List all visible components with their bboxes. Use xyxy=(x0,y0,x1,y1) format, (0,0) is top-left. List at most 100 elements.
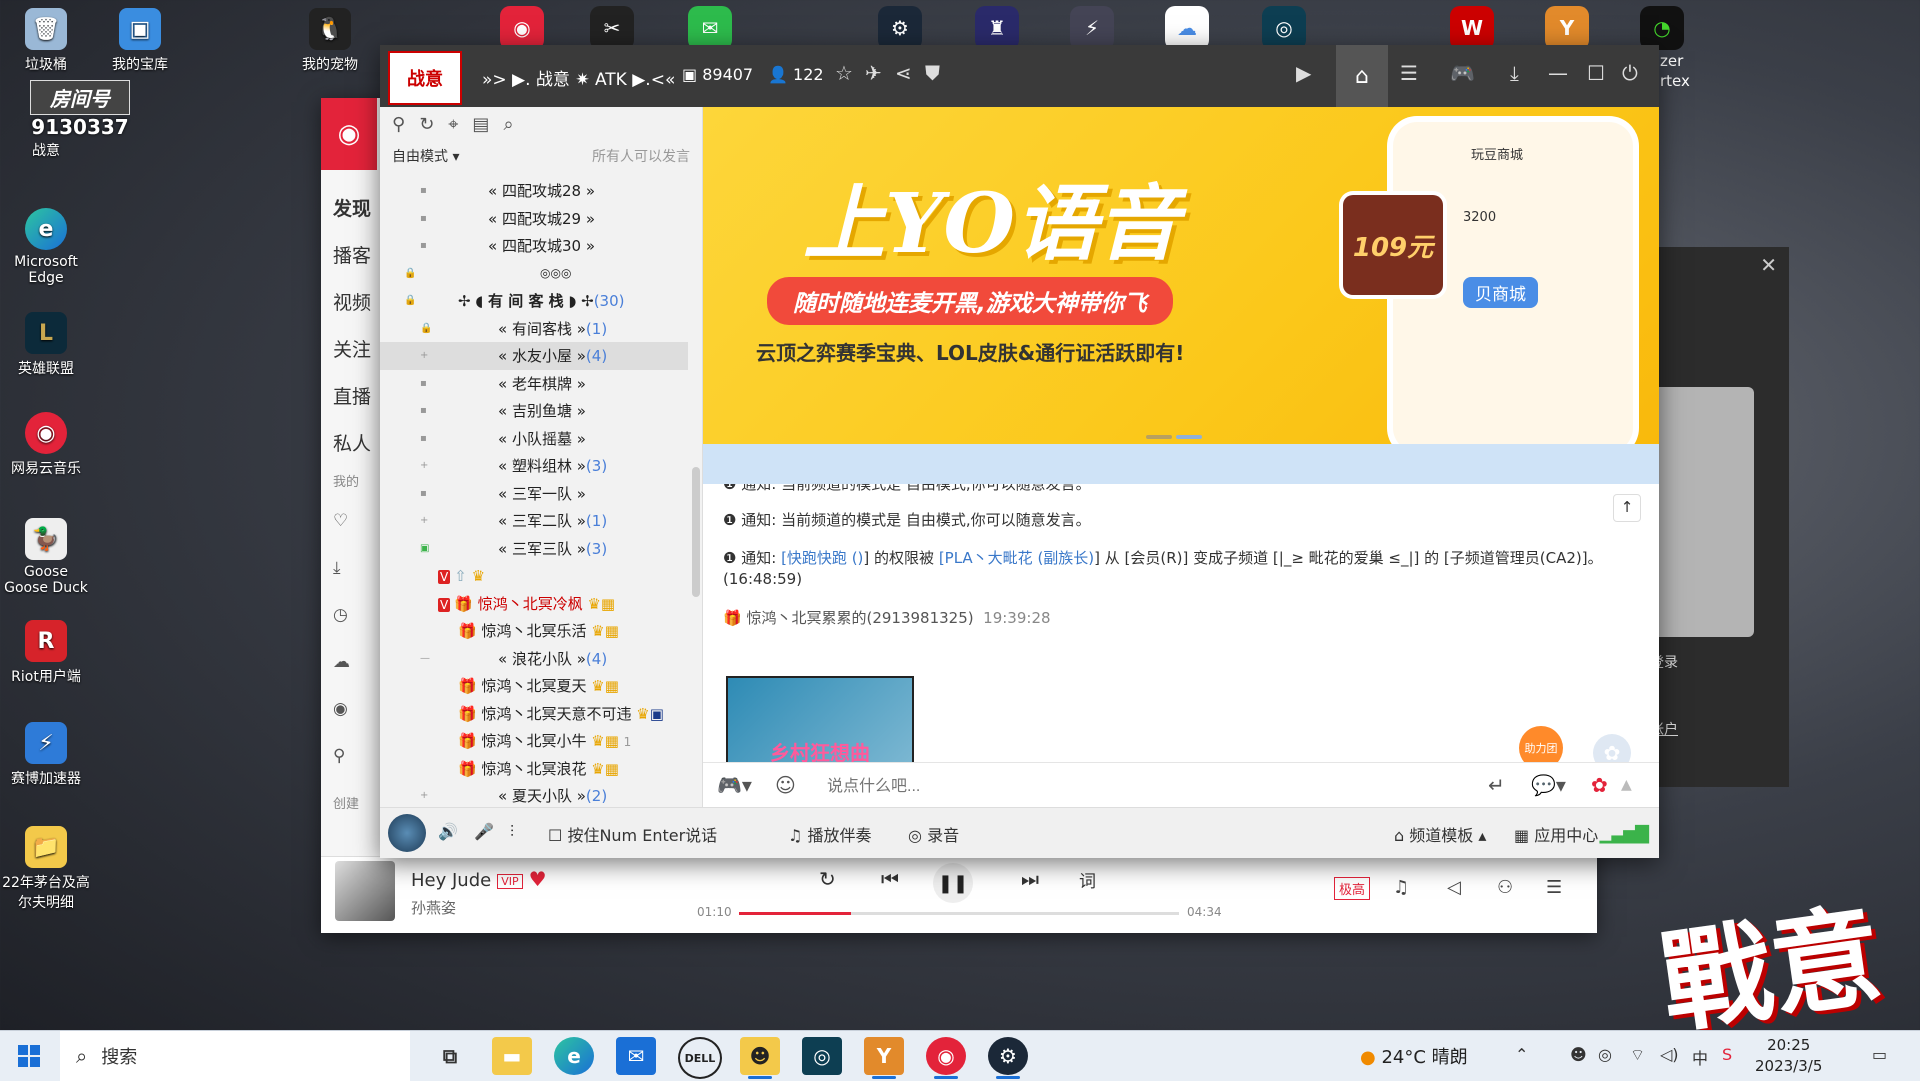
microphone-icon[interactable]: 🎤 xyxy=(474,822,494,841)
sub-channel-item[interactable]: + « 夏天小队 »(2) xyxy=(380,782,688,807)
tray-app-icon[interactable]: ☻ xyxy=(1570,1045,1587,1064)
star-icon[interactable]: ☆ xyxy=(835,61,853,85)
gamepad-icon[interactable]: 🎮▾ xyxy=(717,773,752,797)
top-ring-icon[interactable]: ◎ xyxy=(1262,6,1306,50)
app-center-button[interactable]: ▦ 应用中心 xyxy=(1514,822,1598,846)
wifi-icon[interactable]: ⌔ xyxy=(1630,1045,1645,1065)
desktop-icon-edge[interactable]: e Microsoft Edge xyxy=(1,208,91,286)
prev-icon[interactable]: ⏮ xyxy=(881,867,899,891)
home-icon[interactable]: ⌂ xyxy=(1336,45,1388,107)
lyric-button[interactable]: 词 xyxy=(1079,867,1096,892)
file-explorer-icon[interactable]: ▬ xyxy=(492,1037,532,1075)
task-view-icon[interactable]: ⧉ xyxy=(430,1037,470,1075)
next-icon[interactable]: ⏭ xyxy=(1021,867,1039,891)
effect-icon[interactable]: ♫ xyxy=(1393,877,1409,898)
scroll-top-icon[interactable]: ↑ xyxy=(1613,494,1641,522)
ring-app-icon[interactable]: ◎ xyxy=(802,1037,842,1075)
tray-ring-icon[interactable]: ◎ xyxy=(1598,1045,1612,1064)
share-icon[interactable]: ⋖ xyxy=(895,61,912,85)
album-cover[interactable] xyxy=(335,861,395,921)
channel-item[interactable]: ▪ « 吉别鱼塘 » xyxy=(380,397,688,425)
channel-item[interactable]: ▪ « 四配攻城30 » xyxy=(380,232,688,260)
top-wechat-icon[interactable]: ✉ xyxy=(688,6,732,50)
channel-item[interactable]: 🔒 « 有间客栈 »(1) xyxy=(380,315,688,343)
member-row[interactable]: 🎁 惊鸿丶北冥天意不可违 ♛▣ xyxy=(380,700,688,728)
avatar[interactable] xyxy=(388,814,426,852)
chat-input[interactable] xyxy=(825,771,1479,803)
dell-icon[interactable]: DELL xyxy=(678,1037,722,1079)
download-icon[interactable]: ⤓ xyxy=(1510,61,1519,85)
plane-icon[interactable]: ✈ xyxy=(865,61,882,85)
record-button[interactable]: ◎ 录音 xyxy=(908,822,959,846)
shield-icon[interactable]: ⛊ xyxy=(925,61,940,85)
listen-together-icon[interactable]: ⚇ xyxy=(1497,877,1513,898)
minimize-icon[interactable]: — xyxy=(1548,61,1568,85)
flower-icon[interactable]: ✿ xyxy=(1591,773,1608,797)
top-razer-icon[interactable]: ◔ xyxy=(1640,6,1684,50)
desktop-icon-treasure[interactable]: ▣ 我的宝库 xyxy=(95,8,185,74)
send-icon[interactable]: ↵ xyxy=(1488,773,1505,797)
progress-bar[interactable] xyxy=(739,912,1179,915)
artist-name[interactable]: 孙燕姿 xyxy=(411,897,456,918)
channel-item[interactable]: 🔒 ◎◎◎ xyxy=(380,260,688,288)
top-game-icon[interactable]: ♜ xyxy=(975,6,1019,50)
top-lightning-icon[interactable]: ⚡ xyxy=(1070,6,1114,50)
close-icon[interactable]: ✕ xyxy=(1760,253,1777,277)
video-icon[interactable]: ▶ xyxy=(1296,61,1311,85)
top-w-icon[interactable]: W xyxy=(1450,6,1494,50)
sogou-icon[interactable]: S xyxy=(1722,1045,1732,1064)
weather-widget[interactable]: ● 24°C 晴朗 xyxy=(1360,1043,1468,1069)
top-yo-icon[interactable]: Y xyxy=(1545,6,1589,50)
channel-item[interactable]: ▪ « 小队摇墓 » xyxy=(380,425,688,453)
desktop-icon-recycle-bin[interactable]: 🗑 垃圾桶 xyxy=(1,8,91,74)
edge-icon[interactable]: e xyxy=(554,1037,594,1075)
like-heart-icon[interactable]: ♥ xyxy=(529,867,547,891)
sender-name[interactable]: 惊鸿丶北冥累累的(2913981325) xyxy=(746,609,973,627)
refresh-icon[interactable]: ↻ xyxy=(419,114,434,135)
steam-taskbar-icon[interactable]: ⚙ xyxy=(988,1037,1028,1079)
channel-item[interactable]: ▪ « 四配攻城28 » xyxy=(380,177,688,205)
member-row[interactable]: 🎁 惊鸿丶北冥夏天 ♛▦ xyxy=(380,672,688,700)
playlist-icon[interactable]: ☰ xyxy=(1546,877,1562,898)
gamepad-icon[interactable]: 🎮 xyxy=(1450,61,1475,85)
volume-icon[interactable]: ◁) xyxy=(1660,1045,1679,1064)
sub-channel-item[interactable]: — « 浪花小队 »(4) xyxy=(380,645,688,673)
tray-chevron-icon[interactable]: ⌃ xyxy=(1515,1045,1528,1064)
desktop-icon-folder[interactable]: 📁 22年茅台及高尔夫明细 xyxy=(1,826,91,912)
channel-item[interactable]: + « 三军二队 »(1) xyxy=(380,507,688,535)
emoji-icon[interactable]: ☺ xyxy=(775,773,796,797)
mode-dropdown[interactable]: 自由模式 ▾ xyxy=(392,146,459,166)
taskbar-search[interactable]: ⌕ 搜索 xyxy=(60,1031,410,1081)
top-netease-icon[interactable]: ◉ xyxy=(500,6,544,50)
support-group-icon[interactable]: 助力团 xyxy=(1519,726,1563,762)
top-cloud-icon[interactable]: ☁ xyxy=(1165,6,1209,50)
list-icon[interactable]: ☰ xyxy=(1400,61,1418,85)
channel-item[interactable]: ▣ « 三军三队 »(3) xyxy=(380,535,688,563)
chat-image[interactable]: 乡村狂想曲 xyxy=(726,676,914,762)
speaker-icon[interactable]: 🔊 xyxy=(438,822,458,841)
mail-icon[interactable]: ✉ xyxy=(616,1037,656,1075)
search-icon[interactable]: ⌕ xyxy=(503,114,513,135)
channel-scrollbar[interactable] xyxy=(692,467,700,597)
channel-item[interactable]: ▪ « 三军一队 » xyxy=(380,480,688,508)
channel-group[interactable]: 🔒 ✢ ◖ 有 间 客 栈 ◗ ✢(30) xyxy=(380,287,688,315)
settings-icon[interactable]: ✿ xyxy=(1593,734,1631,762)
top-tool-icon[interactable]: ✂ xyxy=(590,6,634,50)
power-icon[interactable]: ⏻ xyxy=(1622,61,1638,85)
member-row[interactable]: 🎁 惊鸿丶北冥乐活 ♛▦ xyxy=(380,617,688,645)
push-to-talk-checkbox[interactable]: ☐ 按住Num Enter说话 xyxy=(548,822,717,846)
top-steam-icon[interactable]: ⚙ xyxy=(878,6,922,50)
yo-app-icon[interactable]: Y xyxy=(864,1037,904,1079)
notification-icon[interactable]: ▭ xyxy=(1872,1045,1887,1064)
banner-pagination[interactable] xyxy=(1146,427,1206,439)
member-row[interactable]: V 🎁 惊鸿丶北冥冷枫 ♛▦ xyxy=(380,590,688,618)
ime-indicator[interactable]: 中 xyxy=(1692,1045,1708,1069)
message-style-icon[interactable]: 💬▾ xyxy=(1531,773,1566,797)
desktop-icon-accelerator[interactable]: ⚡ 赛博加速器 xyxy=(1,722,91,788)
promo-banner[interactable]: 上YO语音 随时随地连麦开黑,游戏大神带你飞 云顶之弈赛季宝典、LOL皮肤&通行… xyxy=(703,107,1659,444)
play-music-button[interactable]: ♫ 播放伴奏 xyxy=(788,822,871,846)
desktop-icon-zhanyi[interactable]: 战意 xyxy=(1,140,91,160)
member-row[interactable]: 🎁 惊鸿丶北冥小牛 ♛▦ 1 xyxy=(380,727,688,755)
start-button[interactable] xyxy=(18,1045,40,1067)
user-icon[interactable]: ⚲ xyxy=(392,114,405,135)
